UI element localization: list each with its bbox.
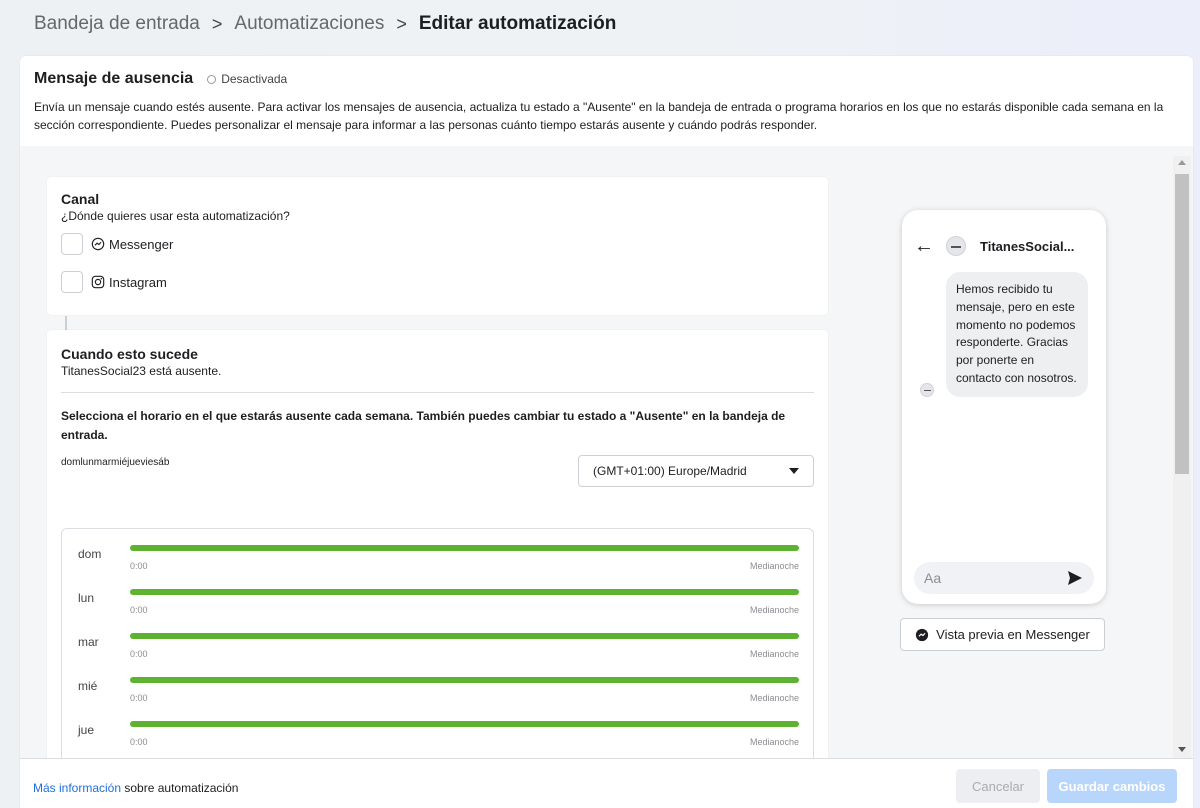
schedule-end: Medianoche [749, 561, 799, 571]
content-scrollbar[interactable] [1173, 156, 1191, 758]
schedule-day-label: jue [78, 723, 95, 737]
footer-info: Más información sobre automatización [33, 781, 238, 795]
back-arrow-icon: ← [914, 234, 934, 257]
save-changes-button[interactable]: Guardar cambios [1047, 769, 1177, 803]
sender-avatar [920, 382, 934, 397]
preview-page-name: TitanesSocial... [980, 238, 1075, 254]
schedule-row-jue: jue 0:00 Medianoche [78, 719, 799, 758]
schedule-day-label: lun [78, 591, 95, 605]
schedule-end: Medianoche [749, 693, 799, 703]
instagram-icon [91, 275, 105, 289]
schedule-day-label: mar [78, 635, 99, 649]
caret-down-icon [789, 468, 799, 474]
messenger-label: Messenger [109, 236, 174, 252]
breadcrumb-item-automations[interactable]: Automatizaciones [234, 13, 384, 35]
days-selector-text[interactable]: domlunmarmiéjueviesáb [61, 457, 169, 468]
scroll-down-icon[interactable] [1178, 747, 1186, 752]
schedule-range-bar[interactable] [130, 633, 799, 639]
schedule-row-mie: mié 0:00 Medianoche [78, 675, 799, 719]
schedule-start: 0:00 [130, 605, 148, 615]
breadcrumb-separator: > [211, 13, 223, 34]
schedule-range-bar[interactable] [130, 677, 799, 683]
schedule-start: 0:00 [130, 737, 148, 747]
channel-question: ¿Dónde quieres usar esta automatización? [61, 209, 290, 223]
send-icon [1068, 571, 1082, 585]
schedule-start: 0:00 [130, 561, 148, 571]
schedule-range-bar[interactable] [130, 589, 799, 595]
instagram-label: Instagram [109, 274, 167, 290]
status-dot-icon [207, 74, 217, 84]
messenger-preview-phone: ← TitanesSocial... Hemos recibido tu men… [902, 210, 1106, 604]
automation-panel: Mensaje de ausencia Desactivada Envía un… [20, 56, 1193, 808]
preview-composer: Aa [914, 562, 1094, 594]
schedule-question: Selecciona el horario en el que estarás … [61, 409, 786, 442]
status-label: Desactivada [221, 72, 288, 86]
preview-message-group: Hemos recibido tu mensaje, pero en este … [920, 272, 1088, 397]
weekly-schedule: dom 0:00 Medianoche lun 0:00 Medianoche … [61, 528, 814, 758]
more-info-link[interactable]: Más información [33, 781, 121, 795]
instagram-checkbox[interactable] [61, 271, 83, 293]
panel-footer: Más información sobre automatización Can… [20, 758, 1193, 808]
footer-info-suffix: sobre automatización [121, 781, 239, 795]
preview-header: ← TitanesSocial... [902, 216, 1106, 276]
page-title: Mensaje de ausencia [34, 70, 194, 87]
channel-card: Canal ¿Dónde quieres usar esta automatiz… [47, 177, 828, 315]
trigger-card: Cuando esto sucede TitanesSocial23 está … [47, 330, 828, 758]
schedule-start: 0:00 [130, 649, 148, 659]
breadcrumb-separator: > [396, 13, 407, 34]
schedule-day-label: mié [78, 679, 98, 693]
schedule-row-mar: mar 0:00 Medianoche [78, 631, 799, 675]
trigger-title: Cuando esto sucede [61, 346, 198, 362]
cancel-button[interactable]: Cancelar [956, 769, 1040, 803]
channel-option-messenger[interactable]: Messenger [61, 229, 814, 259]
status-badge: Desactivada [207, 72, 287, 86]
preview-button-label: Vista previa en Messenger [936, 627, 1090, 642]
schedule-row-dom: dom 0:00 Medianoche [78, 543, 799, 587]
page-avatar [946, 236, 966, 256]
timezone-select[interactable]: (GMT+01:00) Europe/Madrid [578, 455, 814, 487]
scroll-thumb[interactable] [1175, 174, 1189, 474]
schedule-end: Medianoche [749, 605, 799, 615]
trigger-subtitle: TitanesSocial23 está ausente. [61, 364, 222, 378]
messenger-checkbox[interactable] [61, 233, 83, 255]
schedule-range-bar[interactable] [130, 721, 799, 727]
breadcrumb-item-current: Editar automatización [418, 13, 617, 34]
schedule-end: Medianoche [749, 737, 799, 747]
schedule-start: 0:00 [130, 693, 148, 703]
schedule-end: Medianoche [749, 649, 799, 659]
preview-in-messenger-button[interactable]: Vista previa en Messenger [900, 618, 1105, 651]
messenger-icon [91, 237, 105, 251]
schedule-row-lun: lun 0:00 Medianoche [78, 587, 799, 631]
page-description: Envía un mensaje cuando estés ausente. P… [34, 100, 1164, 132]
divider [61, 392, 814, 393]
breadcrumb: Bandeja de entrada > Automatizaciones > … [34, 13, 616, 35]
editor-content: Canal ¿Dónde quieres usar esta automatiz… [20, 146, 1193, 758]
composer-placeholder: Aa [924, 570, 942, 586]
channel-option-instagram[interactable]: Instagram [61, 267, 814, 297]
timezone-value: (GMT+01:00) Europe/Madrid [593, 464, 747, 478]
preview-message-bubble: Hemos recibido tu mensaje, pero en este … [946, 272, 1088, 397]
channel-title: Canal [61, 191, 100, 207]
schedule-day-label: dom [78, 547, 102, 561]
messenger-icon [916, 628, 929, 641]
panel-header: Mensaje de ausencia Desactivada Envía un… [20, 56, 1193, 147]
breadcrumb-item-inbox[interactable]: Bandeja de entrada [34, 13, 200, 35]
schedule-range-bar[interactable] [130, 545, 799, 551]
flow-connector [65, 316, 67, 330]
scroll-up-icon[interactable] [1178, 160, 1186, 165]
